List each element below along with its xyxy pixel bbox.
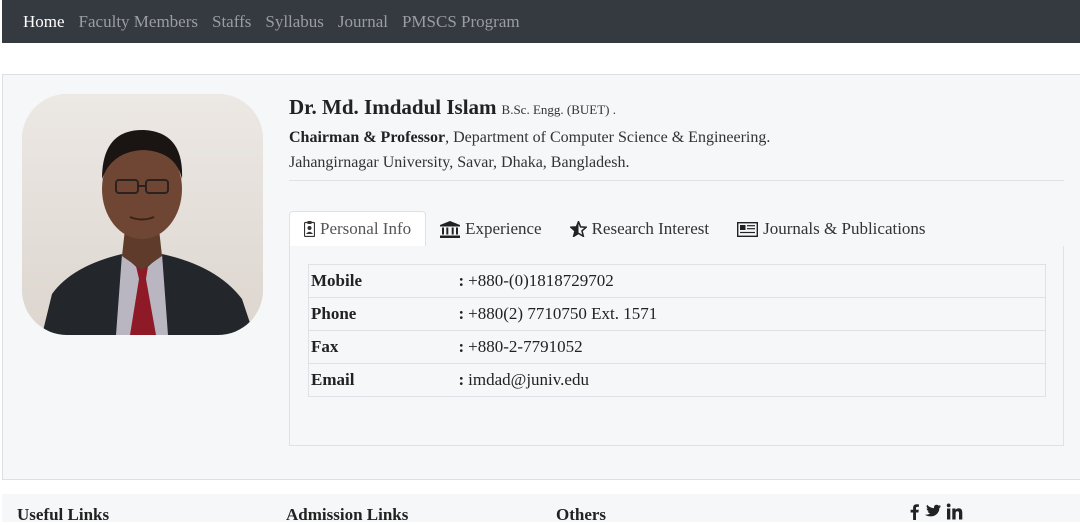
admission-links-heading: Admission Links [286,505,409,524]
email-label: Email [308,363,459,397]
phone-value: +880(2) 7710750 Ext. 1571 [468,304,658,323]
tab-research-interest[interactable]: Research Interest [556,211,724,247]
personal-info-panel: Mobile : +880-(0)1818729702 Phone : +880(2… [289,246,1064,446]
nav-pmscs-program[interactable]: PMSCS Program [402,12,520,32]
table-row: Email : imdad@juniv.edu [308,363,1046,397]
divider [289,180,1064,181]
phone-label: Phone [308,297,459,331]
star-icon [569,221,587,237]
nav-staffs[interactable]: Staffs [212,12,251,32]
mobile-value: +880-(0)1818729702 [468,271,614,290]
mobile-label: Mobile [308,264,459,298]
tab-experience[interactable]: Experience [426,211,555,247]
profile-header: Dr. Md. Imdadul Islam B.Sc. Engg. (BUET)… [289,95,1064,176]
twitter-icon[interactable] [924,504,941,519]
tab-label: Research Interest [591,219,710,238]
useful-links-heading: Useful Links [17,505,110,524]
nav-home[interactable]: Home [23,12,65,32]
nav-faculty-members[interactable]: Faculty Members [79,12,198,32]
email-value: imdad@juniv.edu [468,370,589,389]
profile-degree: B.Sc. Engg. (BUET) . [501,102,616,117]
facebook-icon[interactable] [910,503,919,520]
tab-journals-publications[interactable]: Journals & Publications [723,211,939,247]
fax-label: Fax [308,330,459,364]
newspaper-icon [737,221,759,237]
table-row: Fax : +880-2-7791052 [308,330,1046,364]
table-row: Mobile : +880-(0)1818729702 [308,264,1046,298]
social-links [910,503,963,520]
id-badge-icon [304,221,315,237]
person-photo-icon [22,94,263,335]
profile-card: Dr. Md. Imdadul Islam B.Sc. Engg. (BUET)… [2,74,1080,480]
profile-photo [22,94,263,335]
institution-icon [440,220,461,238]
profile-tabs: Personal Info Experience Research Intere… [289,211,1064,247]
nav-journal[interactable]: Journal [338,12,388,32]
top-navbar: Home Faculty Members Staffs Syllabus Jou… [2,0,1080,43]
others-heading: Others [556,505,607,524]
tab-personal-info[interactable]: Personal Info [289,211,427,247]
profile-title: Chairman & Professor, Department of Comp… [289,126,1064,150]
fax-value: +880-2-7791052 [468,337,583,356]
profile-department: , Department of Computer Science & Engin… [445,129,771,146]
personal-info-table: Mobile : +880-(0)1818729702 Phone : +880(2… [308,264,1046,397]
linkedin-icon[interactable] [946,503,963,520]
profile-name: Dr. Md. Imdadul Islam [289,95,497,119]
tab-label: Personal Info [320,219,412,238]
nav-syllabus[interactable]: Syllabus [265,12,324,32]
tab-label: Experience [465,219,542,238]
table-row: Phone : +880(2) 7710750 Ext. 1571 [308,297,1046,331]
profile-position: Chairman & Professor [289,129,446,146]
footer: Useful Links Admission Links Others [2,494,1080,524]
profile-address: Jahangirnagar University, Savar, Dhaka, … [289,154,630,171]
tab-label: Journals & Publications [763,219,926,238]
